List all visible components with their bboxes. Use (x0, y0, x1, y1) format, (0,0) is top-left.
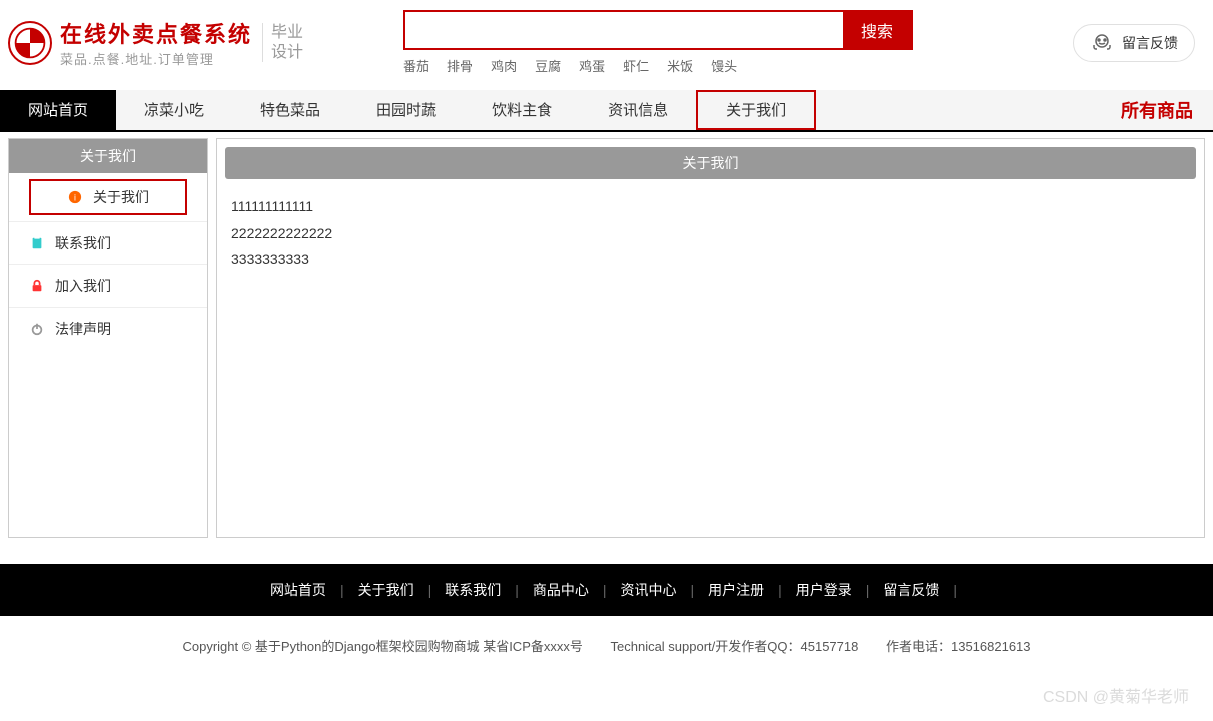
sidebar-item-label: 关于我们 (93, 187, 149, 207)
footer-link[interactable]: 网站首页 (256, 582, 340, 598)
sidebar-item-label: 联系我们 (55, 233, 111, 253)
sidebar-item-label: 加入我们 (55, 276, 111, 296)
search-button[interactable]: 搜索 (843, 12, 911, 48)
content-line: 111111111111 (231, 193, 1190, 220)
svg-text:i: i (74, 193, 76, 203)
logo-subtitle: 菜品.点餐.地址.订单管理 (60, 49, 252, 68)
search-tag[interactable]: 鸡蛋 (579, 56, 605, 75)
sidebar-item[interactable]: i 关于我们 (29, 179, 187, 215)
main-nav: 网站首页凉菜小吃特色菜品田园时蔬饮料主食资讯信息关于我们 所有商品 (0, 90, 1213, 132)
clipboard-icon (29, 235, 45, 251)
footer-info: Copyright © 基于Python的Django框架校园购物商城 某省IC… (0, 616, 1213, 675)
footer-link[interactable]: 资讯中心 (607, 582, 691, 598)
nav-item[interactable]: 资讯信息 (580, 90, 696, 130)
sidebar-title: 关于我们 (9, 139, 207, 173)
search-bar: 搜索 (403, 10, 913, 50)
search-tag[interactable]: 豆腐 (535, 56, 561, 75)
content-area: 关于我们 i 关于我们联系我们加入我们法律声明 关于我们 111111111111… (0, 132, 1213, 544)
footer-link[interactable]: 用户登录 (782, 582, 866, 598)
nav-all-products[interactable]: 所有商品 (1101, 90, 1213, 130)
nav-item[interactable]: 饮料主食 (464, 90, 580, 130)
nav-item[interactable]: 网站首页 (0, 90, 116, 130)
footer-link[interactable]: 留言反馈 (869, 582, 953, 598)
lock-icon (29, 278, 45, 294)
search-input[interactable] (405, 12, 843, 48)
sidebar: 关于我们 i 关于我们联系我们加入我们法律声明 (8, 138, 208, 538)
search-area: 搜索 番茄排骨鸡肉豆腐鸡蛋虾仁米饭馒头 (403, 10, 913, 75)
search-tag[interactable]: 排骨 (447, 56, 473, 75)
footer-link[interactable]: 商品中心 (519, 582, 603, 598)
phone-text: 作者电话：13516821613 (886, 639, 1031, 654)
main-title: 关于我们 (225, 147, 1196, 179)
feedback-label: 留言反馈 (1122, 33, 1178, 53)
logo-icon (8, 21, 52, 65)
footer-link[interactable]: 联系我们 (431, 582, 515, 598)
sidebar-item[interactable]: 法律声明 (9, 307, 207, 350)
nav-item[interactable]: 田园时蔬 (348, 90, 464, 130)
nav-item[interactable]: 凉菜小吃 (116, 90, 232, 130)
sidebar-item-label: 法律声明 (55, 319, 111, 339)
logo-title: 在线外卖点餐系统 (60, 17, 252, 49)
search-tag[interactable]: 米饭 (667, 56, 693, 75)
logo-side: 毕业 设计 (262, 23, 303, 61)
content-line: 2222222222222 (231, 220, 1190, 247)
footer-nav: 网站首页|关于我们|联系我们|商品中心|资讯中心|用户注册|用户登录|留言反馈| (0, 564, 1213, 616)
main-body: 11111111111122222222222223333333333 (225, 179, 1196, 287)
copyright-text: Copyright © 基于Python的Django框架校园购物商城 某省IC… (182, 639, 582, 654)
watermark: CSDN @黄菊华老师 (1043, 683, 1189, 707)
search-tag[interactable]: 馒头 (711, 56, 737, 75)
search-tags: 番茄排骨鸡肉豆腐鸡蛋虾仁米饭馒头 (403, 56, 913, 75)
sidebar-item[interactable]: 联系我们 (9, 221, 207, 264)
nav-item[interactable]: 关于我们 (696, 90, 816, 130)
search-tag[interactable]: 虾仁 (623, 56, 649, 75)
sidebar-item[interactable]: 加入我们 (9, 264, 207, 307)
footer-link[interactable]: 用户注册 (694, 582, 778, 598)
nav-item[interactable]: 特色菜品 (232, 90, 348, 130)
search-tag[interactable]: 鸡肉 (491, 56, 517, 75)
info-icon: i (67, 189, 83, 205)
header: 在线外卖点餐系统 菜品.点餐.地址.订单管理 毕业 设计 搜索 番茄排骨鸡肉豆腐… (0, 0, 1213, 75)
content-line: 3333333333 (231, 246, 1190, 273)
footer-link[interactable]: 关于我们 (344, 582, 428, 598)
power-icon (29, 321, 45, 337)
headset-icon (1090, 31, 1114, 55)
logo-text: 在线外卖点餐系统 菜品.点餐.地址.订单管理 (60, 17, 252, 68)
logo-area[interactable]: 在线外卖点餐系统 菜品.点餐.地址.订单管理 毕业 设计 (8, 17, 303, 68)
search-tag[interactable]: 番茄 (403, 56, 429, 75)
main-panel: 关于我们 11111111111122222222222223333333333 (216, 138, 1205, 538)
feedback-button[interactable]: 留言反馈 (1073, 24, 1195, 62)
tech-support-text: Technical support/开发作者QQ：45157718 (611, 639, 859, 654)
